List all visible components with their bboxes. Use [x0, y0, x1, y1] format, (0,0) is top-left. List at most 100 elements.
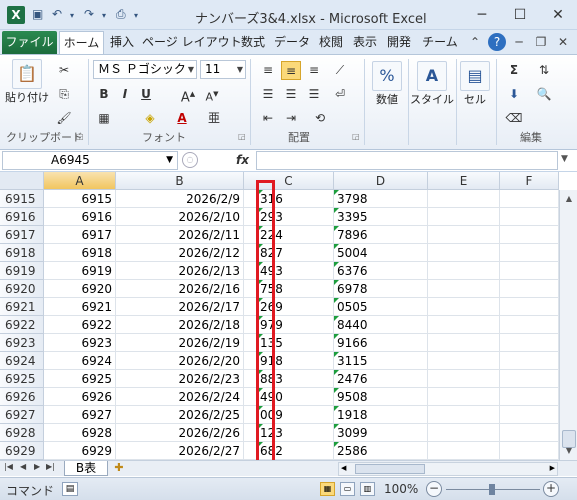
empty-cell[interactable] [428, 442, 500, 460]
cell-b[interactable]: 2026/2/26 [116, 424, 244, 442]
minimize-button[interactable]: ─ [463, 0, 501, 30]
tab-team[interactable]: チーム [418, 31, 462, 54]
empty-cell[interactable] [428, 226, 500, 244]
scroll-down-icon[interactable]: ▼ [562, 444, 576, 458]
font-color-icon[interactable]: A [172, 109, 192, 128]
number-button[interactable]: % 数値 [370, 61, 404, 107]
phonetic-icon[interactable]: 亜 [204, 109, 224, 128]
empty-cell[interactable] [428, 280, 500, 298]
increase-indent-icon[interactable]: ⇥ [281, 109, 301, 128]
column-header-f[interactable]: F [500, 172, 559, 190]
clear-icon[interactable]: ⌫ [504, 109, 524, 128]
scroll-right-icon[interactable]: ▶ [550, 464, 555, 472]
empty-cell[interactable] [500, 262, 559, 280]
fill-color-icon[interactable]: ◈ [140, 109, 160, 128]
empty-cell[interactable] [428, 190, 500, 208]
fill-icon[interactable]: ⬇ [504, 85, 524, 104]
cell-a[interactable]: 6927 [44, 406, 116, 424]
cell-d[interactable]: 0505 [334, 298, 428, 316]
cell-b[interactable]: 2026/2/19 [116, 334, 244, 352]
empty-cell[interactable] [428, 406, 500, 424]
cell-d[interactable]: 2476 [334, 370, 428, 388]
row-header[interactable]: 6921 [0, 298, 44, 316]
cell-b[interactable]: 2026/2/27 [116, 442, 244, 460]
zoom-level[interactable]: 100% [384, 482, 418, 496]
orientation-icon[interactable]: ⟋ [330, 61, 350, 80]
align-middle-icon[interactable]: ≡ [281, 61, 301, 80]
empty-cell[interactable] [500, 244, 559, 262]
cell-b[interactable]: 2026/2/20 [116, 352, 244, 370]
cell-a[interactable]: 6928 [44, 424, 116, 442]
maximize-button[interactable]: ☐ [501, 0, 539, 30]
row-header[interactable]: 6916 [0, 208, 44, 226]
minimize-ribbon-icon[interactable]: ⌃ [466, 33, 484, 51]
name-box[interactable]: A6945 ▼ [2, 151, 178, 170]
clipboard-launcher-icon[interactable]: ◲ [76, 132, 84, 141]
row-header[interactable]: 6915 [0, 190, 44, 208]
row-header[interactable]: 6928 [0, 424, 44, 442]
cell-d[interactable]: 5004 [334, 244, 428, 262]
empty-cell[interactable] [428, 298, 500, 316]
page-break-view-icon[interactable]: ▥ [360, 482, 375, 496]
empty-cell[interactable] [428, 244, 500, 262]
cell-a[interactable]: 6922 [44, 316, 116, 334]
text-direction-icon[interactable]: ⟲ [310, 109, 330, 128]
cell-b[interactable]: 2026/2/12 [116, 244, 244, 262]
empty-cell[interactable] [428, 424, 500, 442]
row-header[interactable]: 6926 [0, 388, 44, 406]
tab-home[interactable]: ホーム [59, 31, 104, 54]
paste-button[interactable]: 📋 貼り付け [4, 59, 50, 105]
alignment-launcher-icon[interactable]: ◲ [352, 132, 360, 141]
italic-icon[interactable]: I [115, 85, 135, 104]
empty-cell[interactable] [500, 280, 559, 298]
font-name-select[interactable]: ＭＳ Ｐゴシック ▼ [93, 60, 197, 79]
shrink-font-icon[interactable]: A▼ [202, 85, 222, 104]
find-select-icon[interactable]: 🔍 [534, 85, 554, 104]
empty-cell[interactable] [428, 388, 500, 406]
align-right-icon[interactable]: ☰ [304, 85, 324, 104]
page-layout-view-icon[interactable]: ▭ [340, 482, 355, 496]
horizontal-scroll-thumb[interactable] [355, 464, 425, 474]
empty-cell[interactable] [500, 352, 559, 370]
tab-file[interactable]: ファイル [2, 31, 57, 54]
cell-a[interactable]: 6925 [44, 370, 116, 388]
select-all-corner[interactable] [0, 172, 44, 190]
tab-view[interactable]: 表示 [350, 31, 380, 54]
cell-b[interactable]: 2026/2/23 [116, 370, 244, 388]
row-header[interactable]: 6919 [0, 262, 44, 280]
empty-cell[interactable] [500, 298, 559, 316]
row-header[interactable]: 6925 [0, 370, 44, 388]
grow-font-icon[interactable]: A▲ [178, 85, 198, 105]
cell-d[interactable]: 8440 [334, 316, 428, 334]
cell-d[interactable]: 3099 [334, 424, 428, 442]
cell-d[interactable]: 6376 [334, 262, 428, 280]
row-header[interactable]: 6920 [0, 280, 44, 298]
column-header-a[interactable]: A [44, 172, 116, 190]
align-left-icon[interactable]: ☰ [258, 85, 278, 104]
cell-a[interactable]: 6926 [44, 388, 116, 406]
scroll-left-icon[interactable]: ◀ [341, 464, 346, 472]
next-sheet-icon[interactable]: ▶ [34, 462, 40, 471]
cell-a[interactable]: 6919 [44, 262, 116, 280]
redo-dropdown-icon[interactable]: ▾ [102, 11, 106, 20]
cells-button[interactable]: ▤ セル [458, 61, 492, 107]
empty-cell[interactable] [500, 226, 559, 244]
align-bottom-icon[interactable]: ≡ [304, 61, 324, 80]
tab-page-layout[interactable]: ページ レイアウト [142, 31, 242, 54]
empty-cell[interactable] [500, 406, 559, 424]
print-preview-icon[interactable]: ⎙ [116, 7, 126, 22]
zoom-in-icon[interactable]: + [543, 481, 559, 497]
column-header-d[interactable]: D [334, 172, 428, 190]
cell-a[interactable]: 6923 [44, 334, 116, 352]
macro-record-icon[interactable]: ▤ [62, 482, 78, 496]
empty-cell[interactable] [500, 424, 559, 442]
empty-cell[interactable] [500, 334, 559, 352]
cell-b[interactable]: 2026/2/9 [116, 190, 244, 208]
last-sheet-icon[interactable]: ▶| [46, 462, 55, 471]
cell-a[interactable]: 6920 [44, 280, 116, 298]
align-center-icon[interactable]: ☰ [281, 85, 301, 104]
cell-d[interactable]: 3115 [334, 352, 428, 370]
row-header[interactable]: 6918 [0, 244, 44, 262]
redo-icon[interactable]: ↷ [84, 7, 94, 21]
cell-a[interactable]: 6921 [44, 298, 116, 316]
